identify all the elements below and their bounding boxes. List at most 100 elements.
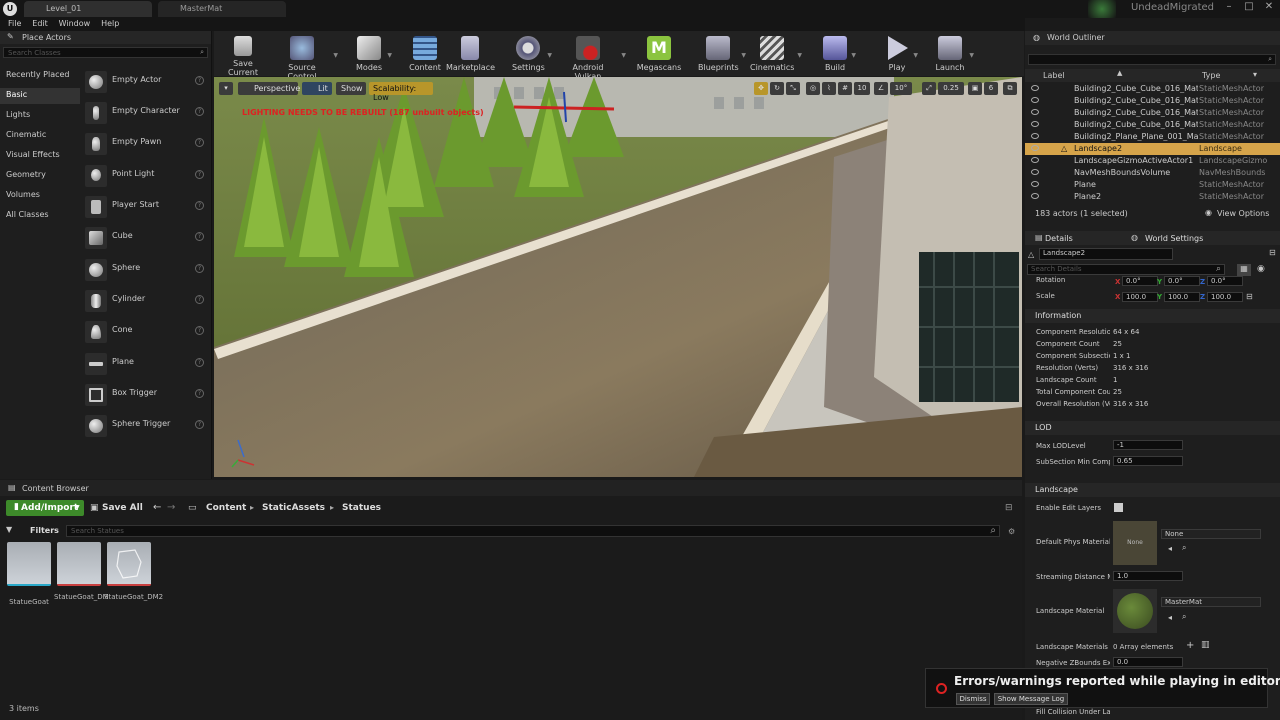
scalability-button[interactable]: Scalability: Low	[369, 82, 433, 102]
actor-item-point-light[interactable]: Point Light?	[82, 162, 210, 190]
help-icon[interactable]: ?	[195, 264, 204, 273]
grid-snap-icon[interactable]: #	[838, 82, 852, 95]
actor-name-field[interactable]: Landscape2	[1039, 248, 1173, 260]
outliner-row[interactable]: Building2_Cube_Cube_016_Materi StaticMesh…	[1025, 119, 1280, 131]
breadcrumb-static-assets[interactable]: StaticAssets	[262, 503, 325, 513]
use-selected-arrow-icon[interactable]: ◂	[1168, 613, 1172, 622]
dropdown-arrow-icon[interactable]: ▼	[851, 52, 856, 59]
actor-item-empty-actor[interactable]: Empty Actor?	[82, 68, 210, 96]
outliner-row[interactable]: Building2_Cube_Cube_016_Materi StaticMesh…	[1025, 83, 1280, 95]
content-button[interactable]: Content	[409, 36, 441, 76]
section-landscape[interactable]: Landscape	[1025, 483, 1280, 497]
rotation-snap-value[interactable]: 10°	[890, 82, 912, 95]
help-icon[interactable]: ?	[195, 201, 204, 210]
dropdown-arrow-icon[interactable]: ▼	[797, 52, 802, 59]
maximize-icon[interactable]: □	[1242, 1, 1256, 15]
lit-button[interactable]: Lit	[302, 82, 332, 95]
scale-snap-value[interactable]: 0.25	[938, 82, 964, 95]
eye-icon[interactable]: ◉	[1257, 264, 1265, 274]
rotate-icon[interactable]: ↻	[770, 82, 784, 95]
outliner-row[interactable]: Plane StaticMeshActor	[1025, 179, 1280, 191]
help-icon[interactable]: ?	[195, 76, 204, 85]
unreal-logo-icon[interactable]: U	[3, 2, 17, 16]
browse-search-icon[interactable]: ⌕	[1182, 543, 1186, 553]
category-lights[interactable]: Lights	[6, 110, 30, 119]
actor-item-empty-character[interactable]: Empty Character?	[82, 99, 210, 127]
help-icon[interactable]: ?	[195, 232, 204, 241]
category-visual-effects[interactable]: Visual Effects	[6, 150, 60, 159]
eye-icon[interactable]	[1031, 85, 1039, 91]
scale-x-field[interactable]: 100.0	[1122, 292, 1158, 302]
eye-icon[interactable]	[1031, 133, 1039, 139]
dropdown-arrow-icon[interactable]: ▼	[387, 52, 392, 59]
outliner-row[interactable]: Building2_Plane_Plane_001_Mater StaticMes…	[1025, 131, 1280, 143]
eye-icon[interactable]	[1031, 97, 1039, 103]
settings-button[interactable]: Settings ▼	[512, 36, 552, 76]
dropdown-arrow-icon[interactable]: ▾	[1253, 70, 1257, 79]
dropdown-arrow-icon[interactable]: ▼	[547, 52, 552, 59]
column-label[interactable]: Label	[1043, 71, 1065, 80]
category-all-classes[interactable]: All Classes	[6, 210, 49, 219]
category-recently-placed[interactable]: Recently Placed	[6, 70, 70, 79]
save-current-button[interactable]: Save Current	[220, 36, 266, 77]
translate-icon[interactable]: ✥	[754, 82, 768, 95]
actor-item-cube[interactable]: Cube?	[82, 224, 210, 252]
subsection-field[interactable]: 0.65	[1113, 456, 1183, 466]
marketplace-button[interactable]: Marketplace	[446, 36, 495, 76]
save-all-button[interactable]: ▣ Save All	[90, 500, 144, 516]
outliner-row[interactable]: Building2_Cube_Cube_016_Materi StaticMesh…	[1025, 95, 1280, 107]
lock-icon[interactable]: ⊟	[1005, 503, 1013, 513]
category-volumes[interactable]: Volumes	[6, 190, 40, 199]
eye-icon[interactable]	[1031, 193, 1039, 199]
help-icon[interactable]: ?	[195, 170, 204, 179]
dropdown-arrow-icon[interactable]: ▼	[913, 52, 918, 59]
outliner-row[interactable]: LandscapeGizmoActiveActor1 LandscapeGizmo	[1025, 155, 1280, 167]
outliner-row[interactable]: Building2_Cube_Cube_016_Materi StaticMesh…	[1025, 107, 1280, 119]
filters-button[interactable]: ▼ Filters	[6, 525, 62, 537]
default-phys-dropdown[interactable]: None	[1161, 529, 1261, 539]
dropdown-arrow-icon[interactable]: ▼	[741, 52, 746, 59]
rotation-z-field[interactable]: 0.0°	[1207, 276, 1243, 286]
view-options-button[interactable]: ◉ View Options	[1205, 208, 1277, 220]
negative-z-field[interactable]: 0.0	[1113, 657, 1183, 667]
column-type[interactable]: Type	[1202, 71, 1220, 80]
actor-item-plane[interactable]: Plane?	[82, 350, 210, 378]
menu-file[interactable]: File	[8, 18, 21, 30]
play-button[interactable]: Play ▼	[884, 36, 918, 76]
rotation-snap-icon[interactable]: ∠	[874, 82, 888, 95]
help-icon[interactable]: ?	[195, 295, 204, 304]
modes-button[interactable]: Modes ▼	[354, 36, 392, 76]
menu-window[interactable]: Window	[59, 18, 91, 30]
forward-arrow-icon[interactable]: →	[167, 502, 175, 513]
eye-icon[interactable]	[1031, 181, 1039, 187]
menu-help[interactable]: Help	[101, 18, 119, 30]
breadcrumb-statues[interactable]: Statues	[342, 503, 381, 513]
actor-item-sphere-trigger[interactable]: Sphere Trigger?	[82, 412, 210, 440]
actor-item-empty-pawn[interactable]: Empty Pawn?	[82, 130, 210, 158]
source-control-button[interactable]: Source Control▼	[274, 36, 338, 81]
maximize-viewport-icon[interactable]: ⧉	[1003, 82, 1017, 95]
breadcrumb-content[interactable]: Content	[206, 503, 246, 513]
dropdown-arrow-icon[interactable]: ▼	[969, 52, 974, 59]
scale-z-field[interactable]: 100.0	[1207, 292, 1243, 302]
search-details-input[interactable]: Search Details ⌕	[1027, 264, 1225, 275]
outliner-row[interactable]: NavMeshBoundsVolume NavMeshBounds	[1025, 167, 1280, 179]
category-geometry[interactable]: Geometry	[6, 170, 46, 179]
browse-search-icon[interactable]: ⌕	[1182, 612, 1186, 622]
help-icon[interactable]: ?	[195, 107, 204, 116]
add-element-icon[interactable]: +	[1186, 640, 1194, 651]
tab-level[interactable]: Level_01	[24, 1, 152, 17]
landscape-material-thumbnail[interactable]	[1113, 589, 1157, 633]
scale-snap-icon[interactable]: ⤢	[922, 82, 936, 95]
actor-item-cylinder[interactable]: Cylinder?	[82, 287, 210, 315]
landscape-material-dropdown[interactable]: MasterMat	[1161, 597, 1261, 607]
use-selected-arrow-icon[interactable]: ◂	[1168, 544, 1172, 553]
eye-icon[interactable]	[1031, 169, 1039, 175]
launch-button[interactable]: Launch ▼	[934, 36, 974, 76]
lock-icon[interactable]: ⊟	[1246, 292, 1253, 301]
category-basic[interactable]: Basic	[6, 90, 27, 99]
eye-icon[interactable]	[1031, 157, 1039, 163]
help-icon[interactable]: ?	[195, 138, 204, 147]
show-button[interactable]: Show	[336, 82, 366, 95]
streaming-field[interactable]: 1.0	[1113, 571, 1183, 581]
